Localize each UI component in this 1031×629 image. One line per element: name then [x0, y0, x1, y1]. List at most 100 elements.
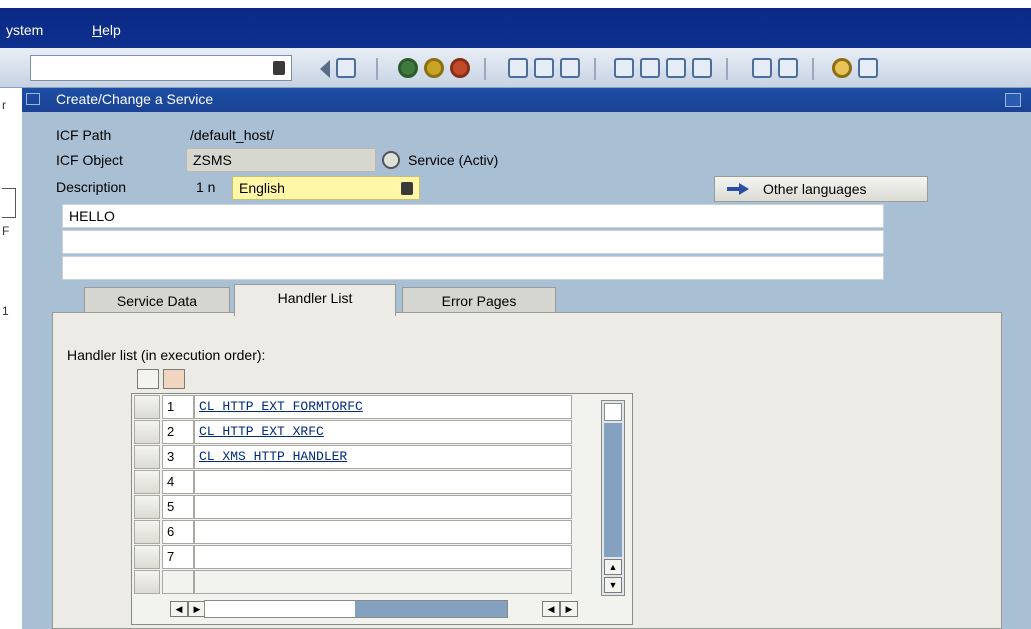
service-activate-icon[interactable]	[382, 151, 400, 169]
row-number: 1	[162, 395, 194, 419]
cancel-icon[interactable]	[450, 58, 470, 78]
insert-row-icon[interactable]	[137, 369, 159, 389]
description-line-3[interactable]	[62, 256, 884, 280]
new-session-icon[interactable]	[752, 58, 772, 78]
icf-object-label: ICF Object	[56, 152, 123, 168]
vertical-scrollbar[interactable]: ▲ ▼	[601, 400, 625, 596]
find-next-icon[interactable]	[560, 58, 580, 78]
scroll-track[interactable]	[204, 600, 508, 618]
window-title-bar: Create/Change a Service	[22, 88, 1031, 112]
table-row: 2 CL_HTTP_EXT_XRFC	[132, 419, 632, 444]
find-icon[interactable]	[534, 58, 554, 78]
table-row	[132, 569, 632, 594]
tab-label: Error Pages	[441, 293, 517, 309]
main-content: ICF Path /default_host/ ICF Object ZSMS …	[22, 112, 1031, 629]
other-languages-label: Other languages	[763, 181, 867, 197]
back-icon[interactable]	[310, 60, 330, 78]
row-number: 6	[162, 520, 194, 544]
other-languages-button[interactable]: Other languages	[714, 176, 928, 202]
table-row: 4	[132, 469, 632, 494]
tab-label: Service Data	[116, 293, 198, 309]
handler-cell[interactable]: CL_XMS_HTTP_HANDLER	[194, 445, 572, 469]
language-field[interactable]: English	[232, 176, 420, 200]
description-line-1[interactable]: HELLO	[62, 204, 884, 228]
scroll-track[interactable]	[604, 423, 622, 557]
row-number	[162, 570, 194, 594]
layout-menu-icon[interactable]	[1005, 93, 1021, 107]
toolbar-separator	[594, 58, 596, 80]
row-number: 7	[162, 545, 194, 569]
row-selector[interactable]	[134, 545, 160, 569]
handler-cell[interactable]	[194, 495, 572, 519]
handler-cell[interactable]: CL_HTTP_EXT_FORMTORFC	[194, 395, 572, 419]
window-title: Create/Change a Service	[56, 91, 214, 107]
row-selector[interactable]	[134, 495, 160, 519]
edge-mark: r	[2, 98, 6, 112]
menu-help[interactable]: Help	[92, 22, 121, 38]
settings-icon[interactable]	[858, 58, 878, 78]
toolbar-separator	[812, 58, 814, 80]
scroll-left-icon[interactable]: ◀	[542, 601, 560, 617]
last-page-icon[interactable]	[692, 58, 712, 78]
handler-cell[interactable]	[194, 545, 572, 569]
tab-service-data[interactable]: Service Data	[84, 287, 230, 315]
exit-icon[interactable]	[424, 58, 444, 78]
print-icon[interactable]	[508, 58, 528, 78]
language-help-icon[interactable]	[401, 182, 413, 195]
first-page-icon[interactable]	[614, 58, 634, 78]
table-row: 5	[132, 494, 632, 519]
enter-icon[interactable]	[398, 58, 418, 78]
service-status: Service (Activ)	[408, 152, 499, 168]
edge-mark: 1	[2, 304, 9, 318]
row-selector[interactable]	[134, 445, 160, 469]
shortcut-icon[interactable]	[778, 58, 798, 78]
handler-cell[interactable]: CL_HTTP_EXT_XRFC	[194, 420, 572, 444]
scroll-thumb[interactable]	[604, 403, 622, 421]
menu-system[interactable]: ystem	[6, 22, 43, 38]
menu-help-label: elp	[102, 22, 121, 38]
tab-handler-list[interactable]: Handler List	[234, 284, 396, 316]
table-row: 3 CL_XMS_HTTP_HANDLER	[132, 444, 632, 469]
toolbar-separator	[484, 58, 486, 80]
save-icon[interactable]	[336, 58, 356, 78]
language-value: English	[239, 180, 285, 196]
row-selector[interactable]	[134, 420, 160, 444]
icf-path-value: /default_host/	[190, 127, 275, 143]
row-selector[interactable]	[134, 395, 160, 419]
toolbar-separator	[726, 58, 728, 80]
horizontal-scrollbar[interactable]: ◀ ▶ ◀ ▶	[146, 600, 606, 618]
row-selector[interactable]	[134, 570, 160, 594]
scroll-left-icon[interactable]: ◀	[170, 601, 188, 617]
scroll-right-icon[interactable]: ▶	[560, 601, 578, 617]
handler-list-label: Handler list (in execution order):	[67, 347, 266, 363]
scroll-thumb[interactable]	[355, 601, 507, 617]
row-number: 5	[162, 495, 194, 519]
handler-cell[interactable]	[194, 520, 572, 544]
command-field[interactable]	[30, 55, 292, 81]
table-row: 6	[132, 519, 632, 544]
row-number: 2	[162, 420, 194, 444]
delete-row-icon[interactable]	[163, 369, 185, 389]
description-label: Description	[56, 179, 127, 195]
row-selector[interactable]	[134, 520, 160, 544]
tab-label: Handler List	[277, 290, 353, 306]
table-row: 7	[132, 544, 632, 569]
next-page-icon[interactable]	[666, 58, 686, 78]
menu-system-label: ystem	[6, 22, 44, 38]
handler-cell[interactable]	[194, 470, 572, 494]
tab-panel-handler-list: Handler list (in execution order): 1 CL_…	[52, 312, 1002, 629]
command-history-icon[interactable]	[273, 61, 285, 75]
row-selector[interactable]	[134, 470, 160, 494]
scroll-up-icon[interactable]: ▲	[604, 559, 622, 575]
icf-path-label: ICF Path	[56, 127, 112, 143]
prev-page-icon[interactable]	[640, 58, 660, 78]
row-number: 4	[162, 470, 194, 494]
left-edge: r F 1	[0, 88, 22, 629]
help-icon[interactable]	[832, 58, 852, 78]
tab-error-pages[interactable]: Error Pages	[402, 287, 556, 315]
arrow-right-icon	[727, 183, 749, 195]
language-prefix: 1 n	[196, 179, 216, 195]
menu-help-mnemonic: H	[92, 22, 103, 38]
description-line-2[interactable]	[62, 230, 884, 254]
scroll-down-icon[interactable]: ▼	[604, 577, 622, 593]
